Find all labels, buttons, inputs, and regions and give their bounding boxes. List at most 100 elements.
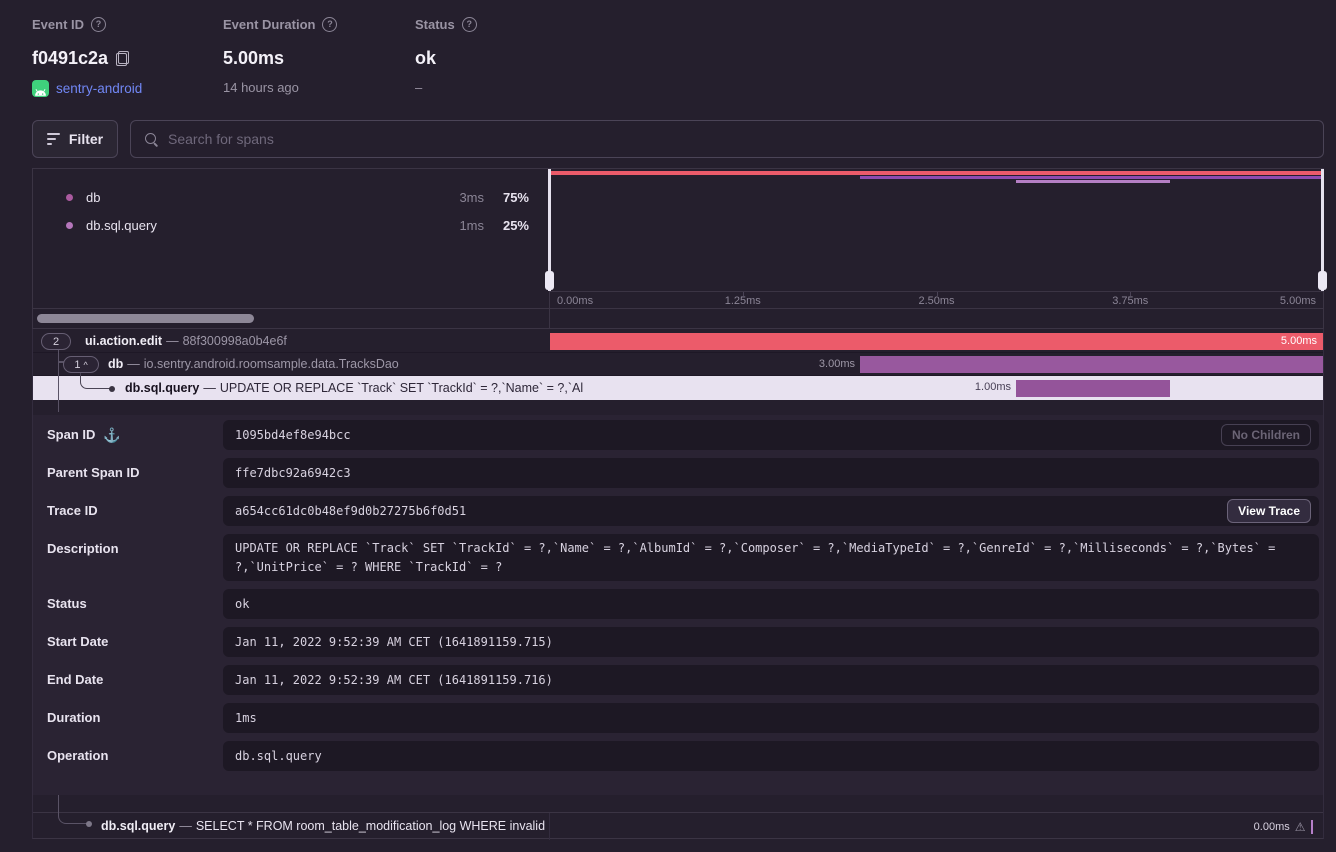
filter-button-label: Filter [69, 131, 103, 147]
span-bar-duration: 3.00ms [819, 356, 855, 373]
minimap-right-handle-grip[interactable] [1318, 271, 1327, 290]
status-label: Status ? [415, 16, 477, 32]
span-op: db.sql.query [101, 819, 175, 833]
field-label-end-date: End Date [47, 665, 215, 695]
op-breakdown-row[interactable]: db.sql.query 1ms 25% [33, 211, 549, 239]
separator: — [175, 819, 196, 833]
event-duration-value-text: 5.00ms [223, 48, 284, 69]
field-label-start-date: Start Date [47, 627, 215, 657]
op-breakdown-row[interactable]: db 3ms 75% [33, 183, 549, 211]
field-value-text: ok [235, 597, 249, 611]
span-bar-ui-action-edit[interactable]: 5.00ms [550, 333, 1323, 350]
field-value-text: Jan 11, 2022 9:52:39 AM CET (1641891159.… [235, 635, 553, 649]
field-value-text: Jan 11, 2022 9:52:39 AM CET (1641891159.… [235, 673, 553, 687]
android-platform-icon [32, 80, 49, 97]
field-label-text: Parent Span ID [47, 458, 139, 488]
chevron-up-icon: ^ [83, 360, 87, 370]
field-value-description: UPDATE OR REPLACE `Track` SET `TrackId` … [223, 534, 1319, 581]
field-label-text: End Date [47, 665, 103, 695]
view-trace-button[interactable]: View Trace [1227, 499, 1311, 523]
field-value-text: 1095bd4ef8e94bcc [235, 428, 351, 442]
event-duration-block: Event Duration ? 5.00ms 14 hours ago [223, 16, 337, 32]
op-percent: 25% [503, 218, 529, 233]
footer-duration-block: 0.00ms ⚠ [1254, 813, 1313, 840]
field-label-parent-span-id: Parent Span ID [47, 458, 215, 488]
no-children-button: No Children [1221, 424, 1311, 446]
field-label-text: Duration [47, 703, 100, 733]
time-axis: 0.00ms 1.25ms 2.50ms 3.75ms 5.00ms [549, 291, 1324, 309]
span-row-ui-action-edit[interactable]: 2 ui.action.edit—88f300998a0b4e6f 5.00ms [33, 330, 1323, 353]
field-label-description: Description [47, 534, 215, 564]
span-bar-db[interactable] [860, 356, 1323, 373]
span-row-select-query[interactable]: db.sql.query—SELECT * FROM room_table_mo… [33, 812, 1323, 839]
panel-divider [549, 813, 550, 840]
field-label-status: Status [47, 589, 215, 619]
project-row: sentry-android [32, 80, 142, 97]
span-detail-page: Event ID ? f0491c2a sentry-android Event… [0, 0, 1336, 852]
anchor-icon[interactable]: ⚓ [103, 420, 120, 450]
filter-button[interactable]: Filter [32, 120, 118, 158]
span-bar-duration: 5.00ms [1281, 333, 1317, 350]
span-description: io.sentry.android.roomsample.data.Tracks… [144, 357, 399, 371]
help-icon[interactable]: ? [91, 17, 106, 32]
event-id-value: f0491c2a [32, 48, 108, 69]
field-value-text: a654cc61dc0b48ef9d0b27275b6f0d51 [235, 504, 466, 518]
help-icon[interactable]: ? [322, 17, 337, 32]
axis-label: 1.25ms [725, 295, 761, 307]
project-link[interactable]: sentry-android [56, 81, 142, 96]
tree-connector-dot [86, 821, 92, 827]
event-id-value-row: f0491c2a [32, 48, 129, 69]
minimap-span-db-sql-query [1016, 180, 1170, 183]
span-bar-duration: 1.00ms [975, 379, 1011, 396]
copy-icon[interactable] [116, 51, 129, 66]
span-children-badge[interactable]: 1^ [63, 356, 99, 373]
field-value-span-id: 1095bd4ef8e94bcc No Children [223, 420, 1319, 450]
field-label-text: Operation [47, 741, 108, 771]
span-detail-panel: Span ID ⚓ 1095bd4ef8e94bcc No Children P… [33, 415, 1323, 795]
span-description: UPDATE OR REPLACE `Track` SET `TrackId` … [220, 381, 583, 395]
op-duration: 3ms [459, 190, 484, 205]
status-block: Status ? ok – [415, 16, 477, 32]
span-children-badge[interactable]: 2 [41, 333, 71, 350]
field-value-text: UPDATE OR REPLACE `Track` SET `TrackId` … [235, 541, 1275, 574]
field-value-end-date: Jan 11, 2022 9:52:39 AM CET (1641891159.… [223, 665, 1319, 695]
axis-label: 3.75ms [1112, 295, 1148, 307]
field-value-start-date: Jan 11, 2022 9:52:39 AM CET (1641891159.… [223, 627, 1319, 657]
span-op: ui.action.edit [85, 334, 162, 348]
event-id-label: Event ID ? [32, 16, 106, 32]
event-duration-label: Event Duration ? [223, 16, 337, 32]
span-bar-db-sql-query[interactable] [1016, 380, 1170, 397]
status-label-text: Status [415, 17, 455, 32]
span-row-db[interactable]: 1^ db—io.sentry.android.roomsample.data.… [33, 353, 1323, 376]
horizontal-scrollbar-thumb[interactable] [37, 314, 254, 323]
field-label-text: Status [47, 589, 87, 619]
field-label-text: Trace ID [47, 496, 98, 526]
field-value-duration: 1ms [223, 703, 1319, 733]
field-label-text: Span ID [47, 420, 95, 450]
event-id-label-text: Event ID [32, 17, 84, 32]
event-duration-label-text: Event Duration [223, 17, 315, 32]
field-label-span-id: Span ID ⚓ [47, 420, 215, 450]
tree-connector-dot [109, 386, 115, 392]
status-value: ok [415, 48, 436, 69]
minimap-left-handle-grip[interactable] [545, 271, 554, 290]
op-name: db.sql.query [86, 218, 157, 233]
op-color-dot [66, 222, 73, 229]
field-value-status: ok [223, 589, 1319, 619]
field-value-trace-id: a654cc61dc0b48ef9d0b27275b6f0d51 View Tr… [223, 496, 1319, 526]
search-input[interactable] [168, 131, 1323, 147]
span-row-db-sql-query-selected[interactable]: db.sql.query—UPDATE OR REPLACE `Track` S… [33, 376, 1323, 400]
status-secondary-text: – [415, 80, 422, 95]
help-icon[interactable]: ? [462, 17, 477, 32]
span-search-bar [130, 120, 1324, 158]
op-color-dot [66, 194, 73, 201]
event-age-text: 14 hours ago [223, 80, 299, 95]
field-label-text: Start Date [47, 627, 108, 657]
op-name: db [86, 190, 100, 205]
field-label-trace-id: Trace ID [47, 496, 215, 526]
badge-count: 2 [53, 336, 59, 348]
span-tree-panel: 2 ui.action.edit—88f300998a0b4e6f 5.00ms… [32, 329, 1324, 839]
event-duration-value: 5.00ms [223, 48, 284, 69]
field-label-duration: Duration [47, 703, 215, 733]
span-bar-tick [1311, 820, 1314, 834]
